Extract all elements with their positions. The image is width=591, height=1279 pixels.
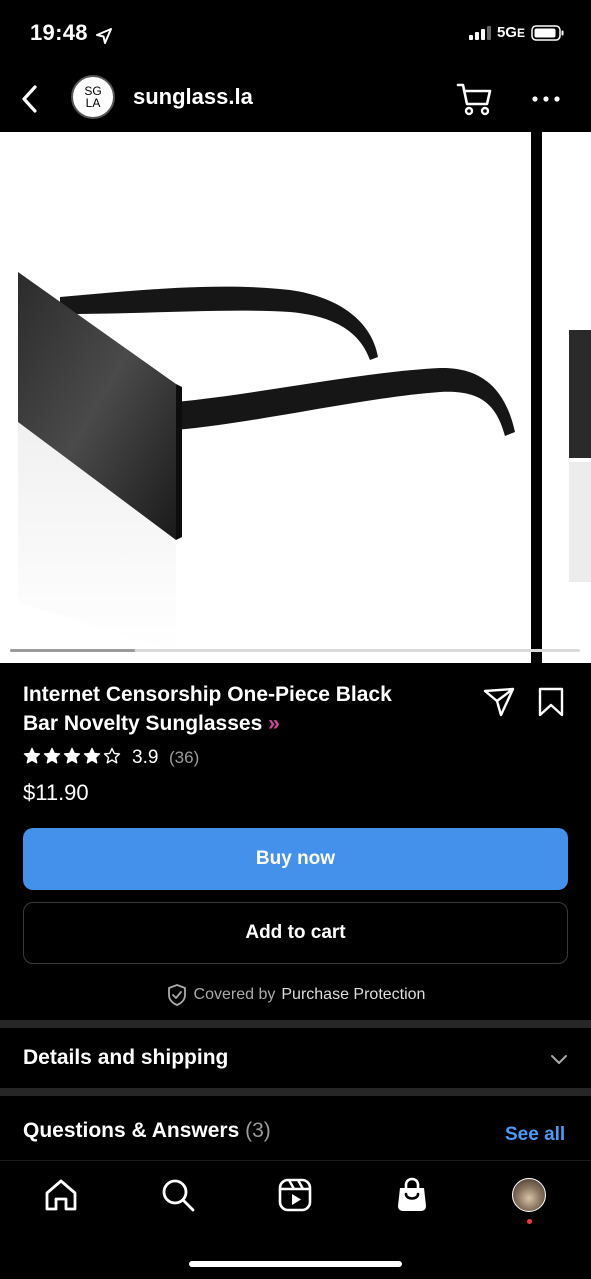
product-image[interactable] [0,132,531,663]
search-icon[interactable] [159,1176,197,1214]
shop-logo[interactable]: SG LA [71,75,115,119]
home-icon[interactable] [42,1176,80,1214]
product-title: Internet Censorship One-Piece Black Bar … [23,683,392,735]
home-indicator [189,1261,402,1267]
chevron-double-right-icon: » [268,712,280,735]
status-indicators: 5GE [468,24,565,41]
shop-icon[interactable] [393,1176,431,1214]
save-icon[interactable] [537,686,565,718]
network-label: 5GE [496,24,525,41]
section-separator [0,1020,591,1028]
star-filled-icon [23,747,41,764]
star-filled-icon [63,747,81,764]
notification-dot [527,1219,532,1224]
purchase-protection[interactable]: Covered by Purchase Protection [0,983,591,1007]
image-divider [531,132,542,663]
section-separator [0,1088,591,1096]
rating-stars [23,747,121,765]
rating-value: 3.9 [132,747,159,768]
questions-answers-title[interactable]: Questions & Answers (3) [23,1119,271,1143]
buy-now-button[interactable]: Buy now [23,828,568,890]
star-outline-icon [103,747,121,764]
battery-icon [531,24,564,41]
sunglasses-image [18,272,515,652]
status-time: 19:48 [30,20,88,45]
chevron-down-icon[interactable] [549,1052,569,1066]
next-product-image[interactable] [542,132,591,663]
product-price: $11.90 [23,780,89,805]
see-all-link[interactable]: See all [505,1124,565,1146]
share-icon[interactable] [482,686,516,718]
more-icon[interactable] [530,94,562,104]
sunglasses-image-next [569,330,591,582]
reels-icon[interactable] [276,1176,314,1214]
location-arrow-icon [96,28,112,44]
details-shipping-title[interactable]: Details and shipping [23,1046,228,1070]
star-filled-icon [83,747,101,764]
add-to-cart-button[interactable]: Add to cart [23,902,568,964]
back-icon[interactable] [16,82,44,116]
rating-count[interactable]: (36) [169,748,199,768]
star-filled-icon [43,747,61,764]
tabbar-divider [0,1160,591,1161]
cart-icon[interactable] [455,80,495,118]
signal-icon [468,25,491,40]
profile-avatar[interactable] [512,1178,546,1212]
shield-check-icon [167,984,186,1006]
gallery-progress-fill [10,649,135,652]
shop-name[interactable]: sunglass.la [133,84,253,110]
